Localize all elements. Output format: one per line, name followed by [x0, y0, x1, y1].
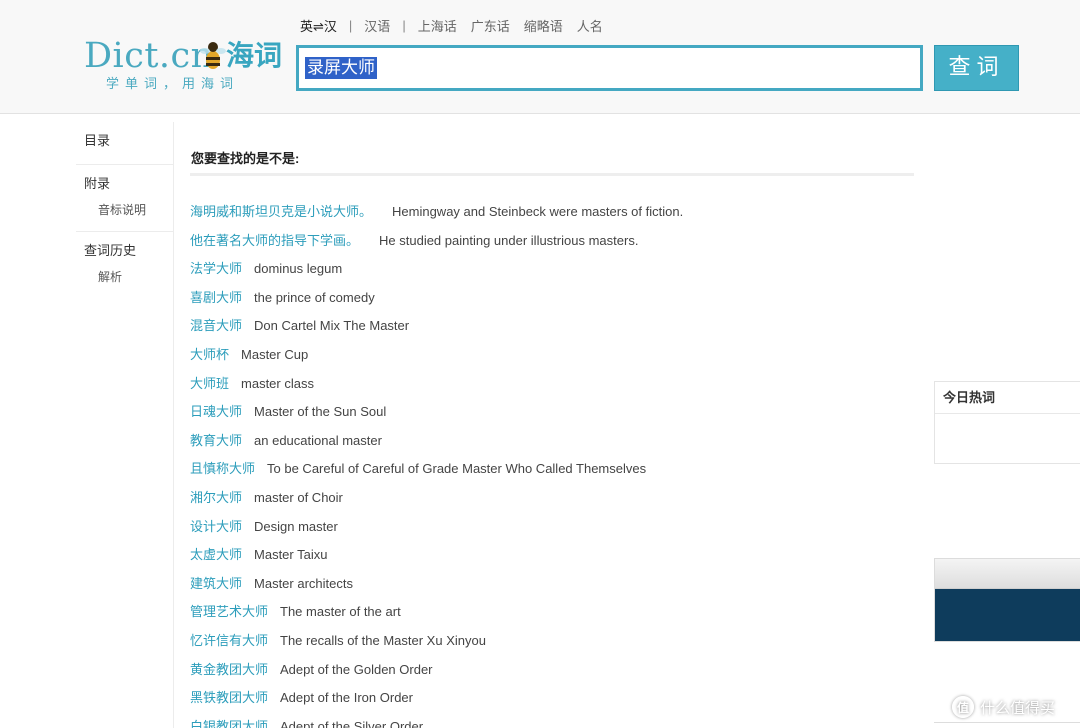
list-item: 教育大师 an educational master: [190, 427, 916, 456]
list-item: 忆许信有大师 The recalls of the Master Xu Xinyo…: [190, 627, 916, 656]
result-chinese-link[interactable]: 湘尔大师: [190, 490, 242, 505]
result-chinese-link[interactable]: 黑铁教团大师: [190, 690, 268, 705]
result-english-text: Hemingway and Steinbeck were masters of …: [392, 204, 684, 219]
result-english-text: Master Taixu: [254, 547, 328, 563]
result-chinese-link[interactable]: 大师杯: [190, 347, 229, 362]
list-item: 湘尔大师 master of Choir: [190, 484, 916, 513]
list-item: 混音大师 Don Cartel Mix The Master: [190, 312, 916, 341]
ad-panel-strip: [935, 559, 1080, 589]
sidebar-item-analysis[interactable]: 解析: [84, 268, 173, 286]
result-english-text: The master of the art: [280, 604, 401, 620]
hot-words-title: 今日热词: [935, 382, 1080, 414]
result-english-text: Master architects: [254, 575, 353, 591]
result-english-text: master of Choir: [254, 489, 343, 505]
result-chinese-link[interactable]: 海明威和斯坦贝克是小说大师。: [190, 204, 372, 219]
result-english-text: Master of the Sun Soul: [254, 404, 387, 420]
result-english-text: Master Cup: [241, 346, 309, 362]
watermark: 值 什么值得买: [952, 694, 1055, 720]
list-item: 且慎称大师 To be Careful of Careful of Grade M…: [190, 455, 916, 484]
dict-cn-logo[interactable]: Dict.cn 海词 学单词，用海词: [84, 36, 294, 96]
divider: [934, 722, 1080, 723]
result-chinese-link[interactable]: 喜剧大师: [190, 290, 242, 305]
list-item: 设计大师 Design master: [190, 513, 916, 542]
result-chinese-link[interactable]: 教育大师: [190, 433, 242, 448]
result-chinese-link[interactable]: 他在著名大师的指导下学画。: [190, 233, 359, 248]
result-chinese-link[interactable]: 混音大师: [190, 318, 242, 333]
result-english-text: master class: [241, 375, 314, 391]
result-english-text: Adept of the Silver Order: [280, 718, 424, 728]
ad-panel-block: [935, 589, 1080, 641]
list-item: 喜剧大师 the prince of comedy: [190, 284, 916, 313]
result-english-text: Adept of the Golden Order: [280, 661, 433, 677]
result-chinese-link[interactable]: 且慎称大师: [190, 461, 255, 476]
sidebar-group-contents: 目录: [76, 122, 173, 165]
result-english-text: Design master: [254, 518, 338, 534]
result-english-text: an educational master: [254, 432, 382, 448]
result-english-text: the prince of comedy: [254, 289, 375, 305]
result-chinese-link[interactable]: 黄金教团大师: [190, 662, 268, 677]
list-item: 太虚大师 Master Taixu: [190, 541, 916, 570]
search-button[interactable]: 查词: [934, 45, 1019, 91]
main-content: 您要查找的是不是: 海明威和斯坦贝克是小说大师。 Hemingway and St…: [190, 146, 916, 728]
sidebar-group-history: 查词历史 解析: [76, 232, 173, 298]
search-input-selected-text: 录屏大师: [305, 57, 377, 79]
list-item: 海明威和斯坦贝克是小说大师。 Hemingway and Steinbeck we…: [190, 198, 916, 227]
language-tabs: 英⇌汉 | 汉语 | 上海话 广东话 缩略语 人名: [300, 16, 603, 34]
hot-words-panel: 今日热词: [934, 381, 1080, 464]
result-chinese-link[interactable]: 日魂大师: [190, 404, 242, 419]
result-chinese-link[interactable]: 建筑大师: [190, 576, 242, 591]
list-item: 大师班 master class: [190, 370, 916, 399]
list-item: 白银教团大师 Adept of the Silver Order: [190, 713, 916, 728]
bee-icon: [200, 42, 226, 69]
tab-abbreviations[interactable]: 缩略语: [524, 16, 563, 35]
result-chinese-link[interactable]: 白银教团大师: [190, 719, 268, 728]
smzdm-logo-icon: 值: [952, 696, 974, 718]
result-english-text: He studied painting under illustrious ma…: [379, 232, 639, 248]
sidebar-group-appendix: 附录 音标说明: [76, 165, 173, 232]
result-english-text: The recalls of the Master Xu Xinyou: [280, 632, 486, 648]
list-item: 管理艺术大师 The master of the art: [190, 598, 916, 627]
result-chinese-link[interactable]: 太虚大师: [190, 547, 242, 562]
ad-panel[interactable]: [934, 558, 1080, 642]
result-chinese-link[interactable]: 大师班: [190, 376, 229, 391]
list-item: 黄金教团大师 Adept of the Golden Order: [190, 656, 916, 685]
tab-separator: |: [348, 17, 353, 33]
result-english-text: Don Cartel Mix The Master: [254, 318, 410, 334]
list-item: 黑铁教团大师 Adept of the Iron Order: [190, 684, 916, 713]
logo-text: Dict.cn: [84, 36, 214, 76]
result-chinese-link[interactable]: 管理艺术大师: [190, 604, 268, 619]
result-chinese-link[interactable]: 法学大师: [190, 261, 242, 276]
result-english-text: Adept of the Iron Order: [280, 690, 413, 706]
list-item: 日魂大师 Master of the Sun Soul: [190, 398, 916, 427]
result-chinese-link[interactable]: 设计大师: [190, 519, 242, 534]
list-item: 他在著名大师的指导下学画。 He studied painting under i…: [190, 227, 916, 256]
list-item: 建筑大师 Master architects: [190, 570, 916, 599]
tab-en-zh[interactable]: 英⇌汉: [300, 16, 337, 35]
sidebar-item-appendix[interactable]: 附录: [84, 175, 173, 193]
header: Dict.cn 海词 学单词，用海词 英⇌汉 | 汉语 | 上海话 广东话 缩略…: [0, 0, 1080, 114]
logo-slogan: 学单词，用海词: [106, 76, 240, 91]
tab-chinese[interactable]: 汉语: [364, 16, 390, 35]
tab-shanghainese[interactable]: 上海话: [418, 16, 457, 35]
watermark-text: 什么值得买: [980, 699, 1056, 717]
tab-names[interactable]: 人名: [577, 16, 603, 35]
sidebar-item-search-history[interactable]: 查词历史: [84, 242, 173, 260]
tab-cantonese[interactable]: 广东话: [471, 16, 510, 35]
divider: [190, 173, 914, 176]
sidebar: 目录 附录 音标说明 查词历史 解析: [76, 122, 174, 728]
list-item: 法学大师 dominus legum: [190, 255, 916, 284]
logo-chinese-text: 海词: [226, 39, 283, 72]
suggestion-list: 海明威和斯坦贝克是小说大师。 Hemingway and Steinbeck we…: [190, 198, 916, 728]
tab-separator: |: [402, 17, 406, 33]
result-english-text: To be Careful of Careful of Grade Master…: [267, 461, 647, 477]
result-english-text: dominus legum: [254, 261, 343, 277]
search-input[interactable]: 录屏大师: [296, 45, 923, 91]
sidebar-item-contents[interactable]: 目录: [84, 132, 173, 150]
suggestion-title: 您要查找的是不是:: [191, 151, 300, 166]
sidebar-item-phonetic-notes[interactable]: 音标说明: [84, 201, 173, 219]
result-chinese-link[interactable]: 忆许信有大师: [190, 633, 268, 648]
list-item: 大师杯 Master Cup: [190, 341, 916, 370]
